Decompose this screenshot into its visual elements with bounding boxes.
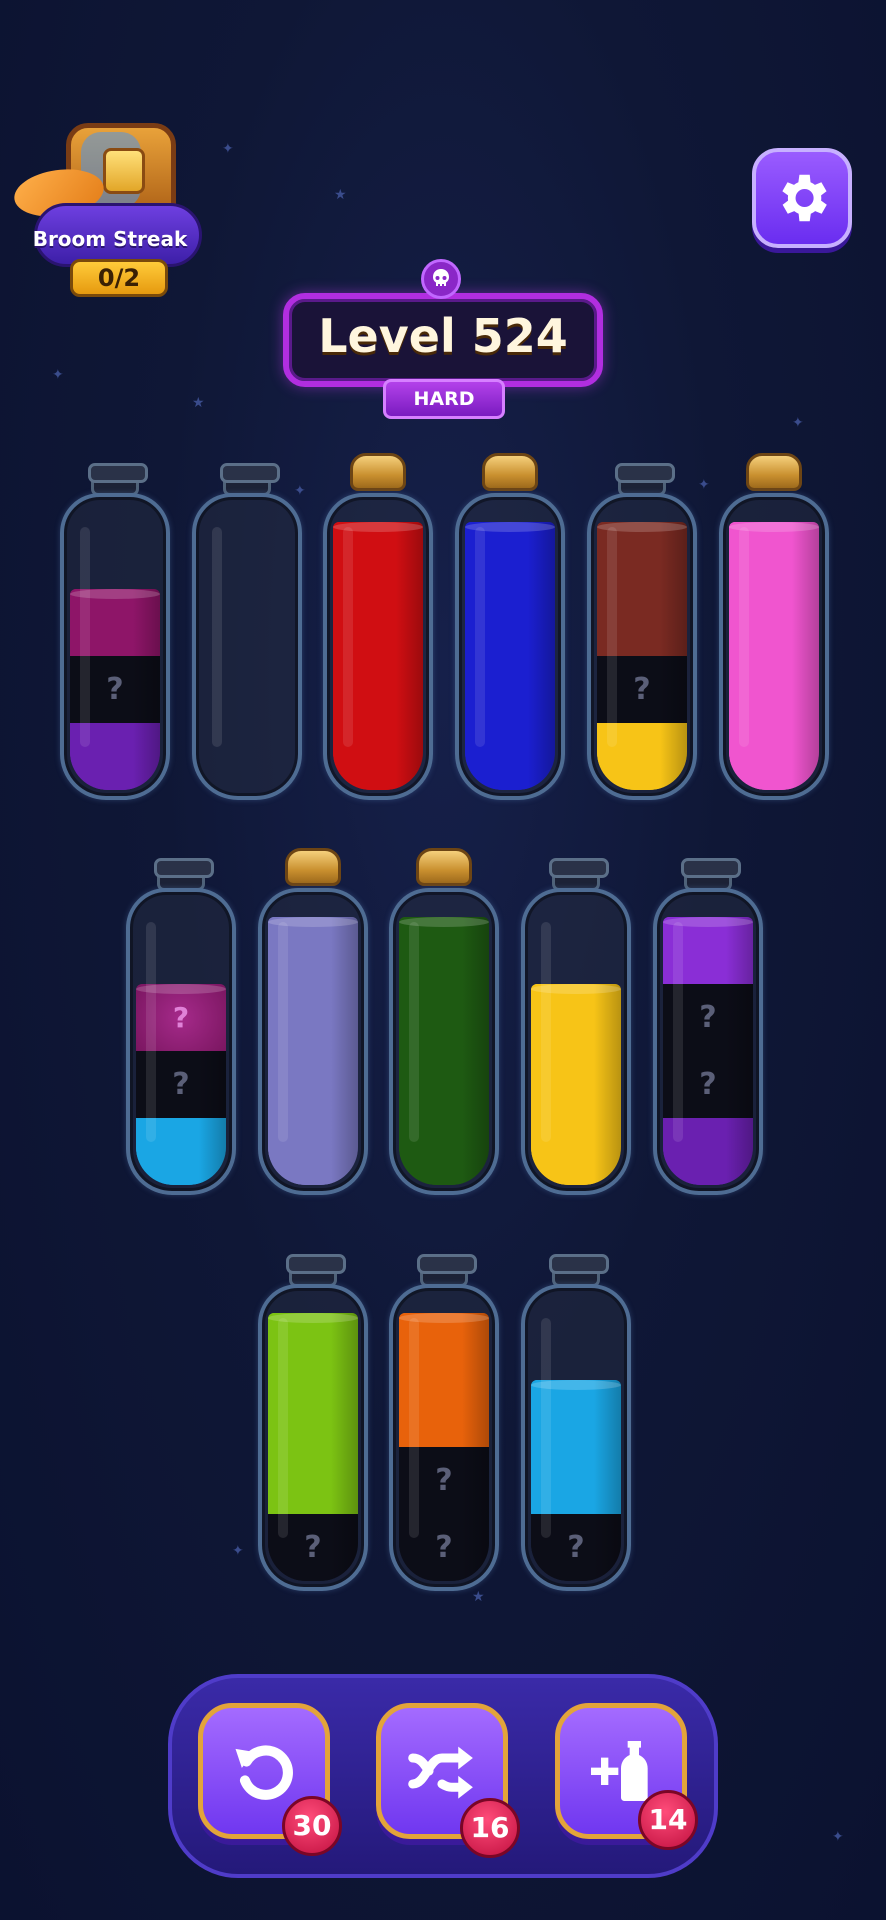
star-decoration: ★ (192, 395, 205, 411)
bottle[interactable]: ? (60, 453, 170, 800)
question-mark-icon: ? (172, 1001, 190, 1034)
bottle-glass (455, 493, 565, 800)
broom-streak-count: 0/2 (70, 259, 168, 297)
glass-shine (278, 922, 288, 1142)
bottle-cork (746, 453, 802, 491)
glass-shine (739, 527, 749, 747)
broom-streak-widget[interactable]: Broom Streak 0/2 (10, 115, 210, 305)
bottle-glass (192, 493, 302, 800)
bottle-glass: ? (587, 493, 697, 800)
gear-icon (782, 174, 827, 222)
bottle[interactable] (719, 453, 829, 800)
glass-shine (673, 922, 683, 1142)
shuffle-icon (408, 1746, 473, 1799)
bottle-cork (416, 848, 472, 886)
bottle[interactable]: ?? (653, 848, 763, 1195)
star-decoration: ✦ (832, 1829, 844, 1845)
star-decoration: ✦ (792, 415, 804, 431)
glass-shine (212, 527, 222, 747)
bottle-glass (521, 888, 631, 1195)
bottle-glass (323, 493, 433, 800)
bottle[interactable] (455, 453, 565, 800)
bottle[interactable] (323, 453, 433, 800)
glass-shine (146, 922, 156, 1142)
bottle[interactable]: ? (521, 1244, 631, 1591)
glass-shine (541, 1318, 551, 1538)
bottle-glass: ?? (126, 888, 236, 1195)
bottle-cork (285, 848, 341, 886)
bottle[interactable]: ? (587, 453, 697, 800)
glass-shine (409, 922, 419, 1142)
bottle-glass: ?? (653, 888, 763, 1195)
bottle[interactable]: ?? (389, 1244, 499, 1591)
star-decoration: ✦ (232, 1543, 244, 1559)
star-decoration: ★ (472, 1589, 485, 1605)
question-mark-icon: ? (699, 1000, 717, 1035)
star-decoration: ★ (334, 187, 347, 203)
shuffle-count-badge: 16 (460, 1798, 520, 1858)
star-decoration: ✦ (698, 477, 710, 493)
add-bottle-count-badge: 14 (638, 1790, 698, 1850)
bottle[interactable] (258, 848, 368, 1195)
bottle-glass: ? (521, 1284, 631, 1591)
difficulty-badge: HARD (383, 379, 505, 419)
bottle[interactable] (521, 848, 631, 1195)
undo-icon (235, 1745, 293, 1800)
bottle-glass (258, 888, 368, 1195)
settings-button[interactable] (752, 148, 852, 248)
bottle[interactable] (192, 453, 302, 800)
bottle-glass: ? (60, 493, 170, 800)
question-mark-icon: ? (699, 1067, 717, 1102)
question-mark-icon: ? (172, 1067, 190, 1102)
question-mark-icon: ? (633, 672, 651, 707)
star-decoration: ✦ (222, 141, 234, 157)
glass-shine (80, 527, 90, 747)
bottle[interactable] (389, 848, 499, 1195)
glass-shine (409, 1318, 419, 1538)
question-mark-icon: ? (435, 1463, 453, 1498)
glass-shine (475, 527, 485, 747)
bottle-glass (719, 493, 829, 800)
bottle-glass: ? (258, 1284, 368, 1591)
skull-icon (421, 259, 461, 299)
star-decoration: ✦ (52, 367, 64, 383)
level-banner: Level 524 (283, 293, 603, 387)
question-mark-icon: ? (567, 1530, 585, 1565)
bottle-glass: ?? (389, 1284, 499, 1591)
undo-count-badge: 30 (282, 1796, 342, 1856)
bottle-cork (482, 453, 538, 491)
question-mark-icon: ? (435, 1530, 453, 1565)
bottle-cork (350, 453, 406, 491)
question-mark-icon: ? (106, 672, 124, 707)
lock-icon (103, 148, 145, 194)
level-title: Level 524 (318, 309, 568, 363)
glass-shine (278, 1318, 288, 1538)
question-mark-icon: ? (304, 1530, 322, 1565)
broom-streak-label: Broom Streak (32, 227, 188, 251)
glass-shine (343, 527, 353, 747)
bottle-glass (389, 888, 499, 1195)
glass-shine (607, 527, 617, 747)
bottle[interactable]: ?? (126, 848, 236, 1195)
glass-shine (541, 922, 551, 1142)
bottle[interactable]: ? (258, 1244, 368, 1591)
